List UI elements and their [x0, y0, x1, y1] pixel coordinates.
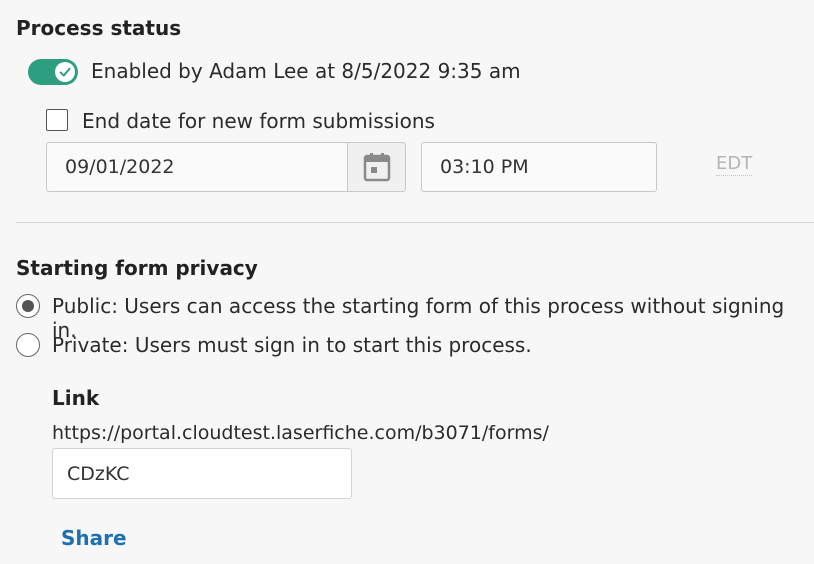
toggle-knob: [55, 62, 75, 82]
link-heading: Link: [52, 386, 100, 410]
radio-selected-dot: [22, 300, 34, 312]
process-enabled-toggle[interactable]: [28, 59, 78, 85]
privacy-heading: Starting form privacy: [16, 256, 258, 280]
end-date-checkbox-label[interactable]: End date for new form submissions: [82, 109, 435, 133]
privacy-public-radio[interactable]: [16, 294, 40, 318]
enabled-status-text: Enabled by Adam Lee at 8/5/2022 9:35 am: [91, 59, 521, 83]
calendar-button[interactable]: [347, 142, 406, 192]
calendar-icon: [363, 153, 390, 182]
end-date-checkbox[interactable]: [46, 109, 68, 131]
timezone-label: EDT: [716, 153, 753, 176]
privacy-private-radio[interactable]: [16, 333, 40, 357]
section-divider: [16, 222, 814, 223]
end-time-input[interactable]: [421, 142, 657, 192]
privacy-private-label[interactable]: Private: Users must sign in to start thi…: [52, 333, 532, 357]
end-date-input[interactable]: [46, 142, 348, 192]
share-link[interactable]: Share: [61, 526, 127, 550]
link-slug-input[interactable]: [52, 448, 352, 499]
process-status-heading: Process status: [16, 16, 182, 40]
link-url-prefix: https://portal.cloudtest.laserfiche.com/…: [52, 422, 549, 444]
checkmark-icon: [59, 67, 71, 77]
